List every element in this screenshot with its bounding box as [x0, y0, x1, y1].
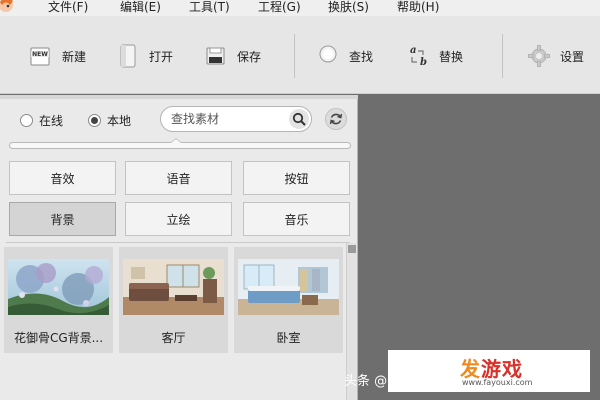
- asset-label: 客厅: [161, 331, 186, 345]
- replace-button-label: 替换: [439, 49, 464, 64]
- save-button-label: 保存: [237, 49, 262, 64]
- asset-card[interactable]: 卧室: [234, 247, 343, 353]
- app-logo-icon: [0, 0, 13, 12]
- category-background[interactable]: 背景: [9, 202, 116, 236]
- gear-icon: [526, 43, 552, 69]
- radio-online-dot: [20, 114, 33, 127]
- source-local-label: 本地: [107, 114, 132, 128]
- search-input[interactable]: [171, 112, 291, 126]
- asset-label: 花御骨CG背景...: [13, 331, 104, 345]
- source-online-label: 在线: [39, 114, 64, 128]
- svg-text:NEW: NEW: [32, 51, 48, 58]
- panel-top-strip: [0, 95, 358, 99]
- open-file-icon: [115, 43, 141, 69]
- source-online-radio[interactable]: 在线: [20, 112, 63, 129]
- find-button-label: 查找: [349, 49, 374, 64]
- source-local-radio[interactable]: 本地: [88, 112, 131, 129]
- menu-edit[interactable]: 编辑(E): [120, 0, 161, 16]
- find-button[interactable]: 查找: [315, 38, 373, 74]
- open-button[interactable]: 打开: [115, 38, 173, 74]
- category-buttons[interactable]: 按钮: [243, 161, 350, 195]
- category-character-art[interactable]: 立绘: [125, 202, 232, 236]
- save-icon: [203, 43, 229, 69]
- asset-panel: 在线 本地 音效 语音 按钮 背景 立绘 音乐: [0, 95, 358, 400]
- asset-card[interactable]: 客厅: [119, 247, 228, 353]
- radio-local-dot: [88, 114, 101, 127]
- new-button-label: 新建: [62, 49, 87, 64]
- category-music[interactable]: 音乐: [243, 202, 350, 236]
- toolbar-separator-2: [502, 34, 503, 78]
- menu-file[interactable]: 文件(F): [48, 0, 88, 16]
- new-button[interactable]: NEW 新建: [28, 38, 86, 74]
- menu-project[interactable]: 工程(G): [258, 0, 301, 16]
- asset-thumbnail-bedroom: [238, 259, 339, 315]
- settings-button-label: 设置: [560, 49, 585, 64]
- find-icon: [315, 43, 341, 69]
- menu-help[interactable]: 帮助(H): [397, 0, 439, 16]
- asset-card[interactable]: 花御骨CG背景...: [4, 247, 113, 353]
- menu-skin[interactable]: 换肤(S): [328, 0, 369, 16]
- watermark-source: 头条 @: [344, 374, 388, 389]
- svg-text:a: a: [410, 45, 416, 56]
- category-sound-effects[interactable]: 音效: [9, 161, 116, 195]
- menu-bar: 文件(F) 编辑(E) 工具(T) 工程(G) 换肤(S) 帮助(H): [0, 0, 600, 16]
- asset-label: 卧室: [276, 331, 301, 345]
- save-button[interactable]: 保存: [203, 38, 261, 74]
- svg-text:b: b: [420, 57, 427, 68]
- refresh-button[interactable]: [325, 108, 347, 130]
- settings-button[interactable]: 设置: [526, 38, 584, 74]
- search-icon[interactable]: [289, 109, 309, 129]
- search-box: [160, 106, 312, 132]
- panel-splitter[interactable]: [9, 142, 351, 149]
- toolbar-separator: [294, 34, 295, 78]
- asset-thumbnail-living-room: [123, 259, 224, 315]
- category-voice[interactable]: 语音: [125, 161, 232, 195]
- replace-button[interactable]: a b 替换: [405, 38, 463, 74]
- toolbar: NEW 新建 打开 保存 查找 a b 替换 设置: [0, 16, 600, 94]
- asset-grid: 花御骨CG背景... 客厅 卧室: [0, 243, 346, 400]
- splitter-notch-inner: [171, 139, 181, 143]
- replace-icon: a b: [405, 43, 431, 69]
- open-button-label: 打开: [149, 49, 174, 64]
- watermark-site-url: www.fayouxi.com: [462, 378, 533, 387]
- asset-thumbnail-flowers: [8, 259, 109, 315]
- new-file-icon: NEW: [28, 43, 54, 69]
- watermark-badge: 发游戏 www.fayouxi.com: [388, 350, 590, 392]
- menu-tools[interactable]: 工具(T): [189, 0, 230, 16]
- scroll-up-icon[interactable]: [348, 245, 356, 253]
- refresh-icon: [329, 113, 343, 125]
